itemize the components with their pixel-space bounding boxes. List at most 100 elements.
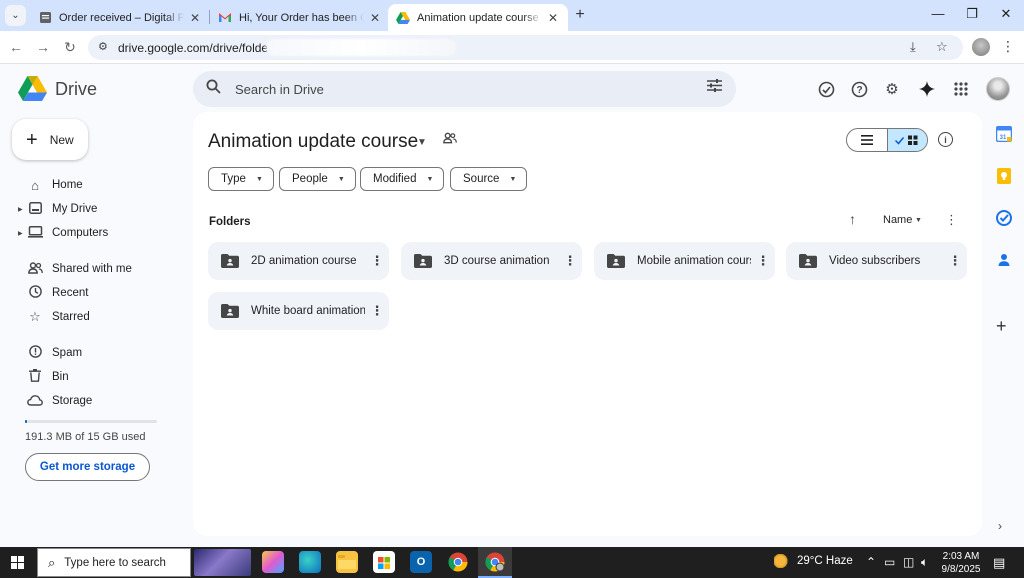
google-apps-grid-icon[interactable] [951,79,971,99]
new-tab-plus-icon[interactable]: + [570,5,590,25]
new-button[interactable]: + New [12,119,88,160]
gemini-sparkle-icon[interactable] [917,79,937,99]
computer-icon [26,225,44,241]
settings-gear-icon[interactable]: ⚙ [882,79,902,99]
grid-view-icon[interactable] [886,129,927,151]
more-options-icon[interactable]: ⋮ [945,212,958,228]
storage-usage-bar [25,420,157,423]
reload-icon[interactable]: ↻ [60,37,80,57]
weather-widget[interactable]: 29°C Haze [774,554,853,568]
nav-item-label: Recent [52,287,89,299]
folder-more-options-icon[interactable]: ⋮ [365,303,389,319]
bookmark-star-icon[interactable]: ☆ [936,39,948,55]
search-icon[interactable] [206,79,221,99]
sort-direction-arrow-icon[interactable]: ↑ [849,211,856,227]
list-view-icon[interactable] [847,129,887,151]
expand-caret-icon[interactable]: ▶ [18,230,24,237]
active-chrome-window[interactable] [478,547,512,578]
people-icon [26,261,44,277]
add-addon-plus-icon[interactable]: + [996,316,1007,337]
search-input[interactable]: Search in Drive [235,82,324,97]
show-side-panel-chevron-icon[interactable]: › [998,519,1002,533]
keep-icon[interactable] [996,168,1012,184]
offline-ready-icon[interactable] [816,79,836,99]
folder-more-options-icon[interactable]: ⋮ [558,253,582,269]
window-close-icon[interactable]: ✕ [996,6,1016,22]
file-explorer-icon[interactable] [336,551,358,573]
tab-title: Animation update course - Google Drive [417,11,542,24]
filter-chip-type[interactable]: Type ▼ [208,167,274,191]
app-name[interactable]: Drive [55,79,97,100]
close-tab-icon[interactable]: ✕ [368,11,382,25]
chrome-icon[interactable] [447,551,469,573]
install-app-icon[interactable]: ⤓ [910,39,916,55]
copilot-icon[interactable] [262,551,284,573]
filter-chip-source[interactable]: Source ▼ [450,167,528,191]
close-tab-icon[interactable]: ✕ [188,11,202,25]
folder-more-options-icon[interactable]: ⋮ [751,253,775,269]
folder-more-options-icon[interactable]: ⋮ [365,253,389,269]
microsoft-store-icon[interactable] [373,551,395,573]
nav-item-home[interactable]: ⌂ Home [18,175,183,195]
nav-item-computers[interactable]: ▶ Computers [18,223,183,243]
filter-chip-people[interactable]: People ▼ [279,167,356,191]
folder-more-options-icon[interactable]: ⋮ [943,253,967,269]
redacted-url-segment [266,39,456,56]
minimize-icon[interactable]: — [928,6,948,21]
show-hidden-icons-chevron-icon[interactable]: ⌃ [866,555,876,569]
address-bar[interactable]: ⚙ drive.google.com/drive/folders/ ⤓ ☆ [88,35,963,60]
forward-arrow-icon[interactable]: → [33,37,53,57]
browser-tab-gmail[interactable]: Hi, Your Order has been Completed ✕ [210,4,390,31]
google-drive-logo-icon[interactable] [18,76,47,101]
contacts-icon[interactable] [996,252,1012,268]
browser-profile-avatar[interactable] [972,38,990,56]
filter-chip-modified[interactable]: Modified ▼ [360,167,445,191]
help-icon[interactable]: ? [849,79,869,99]
drive-search-bar[interactable]: Search in Drive [193,71,736,107]
site-info-icon[interactable]: ⚙ [98,40,108,53]
folder-item[interactable]: 2D animation course ⋮ [208,242,389,280]
volume-icon[interactable]: 🔈︎ [921,555,928,570]
get-more-storage-button[interactable]: Get more storage [25,453,150,481]
network-icon[interactable]: ◫ [903,555,914,569]
folder-item[interactable]: White board animation ⋮ [208,292,389,330]
browser-menu-icon[interactable]: ⋮ [1001,38,1015,55]
browser-tab-order-received[interactable]: Order received – Digital Products ✕ [30,4,210,31]
taskbar-search-box[interactable]: ⌕ Type here to search [37,548,191,577]
tasks-icon[interactable] [996,210,1012,226]
details-info-icon[interactable]: i [938,132,953,147]
windows-start-icon[interactable] [11,556,24,569]
system-clock[interactable]: 2:03 AM 9/8/2025 [938,550,984,576]
nav-item-recent[interactable]: Recent [18,283,183,303]
browser-tab-drive-active[interactable]: Animation update course - Google Drive ✕ [388,4,568,31]
page-title[interactable]: Animation update course [208,131,418,153]
notification-center-icon[interactable]: ▤ [993,555,1005,571]
nav-item-spam[interactable]: Spam [18,343,183,363]
outlook-icon[interactable]: O [410,551,432,573]
close-tab-icon[interactable]: ✕ [546,11,560,25]
nav-item-bin[interactable]: Bin [18,367,183,387]
nav-item-starred[interactable]: ☆ Starred [18,307,183,327]
sort-dropdown-caret-icon[interactable]: ▼ [915,217,922,224]
expand-caret-icon[interactable]: ▶ [18,206,24,213]
folder-item[interactable]: Mobile animation course ⋮ [594,242,775,280]
folder-actions-caret-icon[interactable]: ▼ [417,137,427,148]
nav-item-shared-with-me[interactable]: Shared with me [18,259,183,279]
account-avatar[interactable] [986,77,1010,101]
search-options-tune-icon[interactable] [707,79,722,96]
folder-item[interactable]: Video subscribers ⋮ [786,242,967,280]
nav-item-label: Home [52,179,83,191]
tab-title: Hi, Your Order has been Completed [239,11,364,24]
nav-item-storage[interactable]: Storage [18,391,183,411]
folder-item[interactable]: 3D course animation ⋮ [401,242,582,280]
restore-icon[interactable]: ❐ [962,6,982,22]
display-icon[interactable]: ▭ [884,555,895,569]
edge-browser-icon[interactable] [299,551,321,573]
search-highlight-widget[interactable] [194,549,251,576]
shared-folder-people-icon[interactable] [443,132,457,147]
sort-by-name-button[interactable]: Name [883,214,912,226]
nav-item-my-drive[interactable]: ▶ My Drive [18,199,183,219]
back-arrow-icon[interactable]: ← [6,37,26,57]
calendar-icon[interactable]: 31 [995,125,1013,143]
tab-search-icon[interactable]: ⌄ [5,5,26,26]
